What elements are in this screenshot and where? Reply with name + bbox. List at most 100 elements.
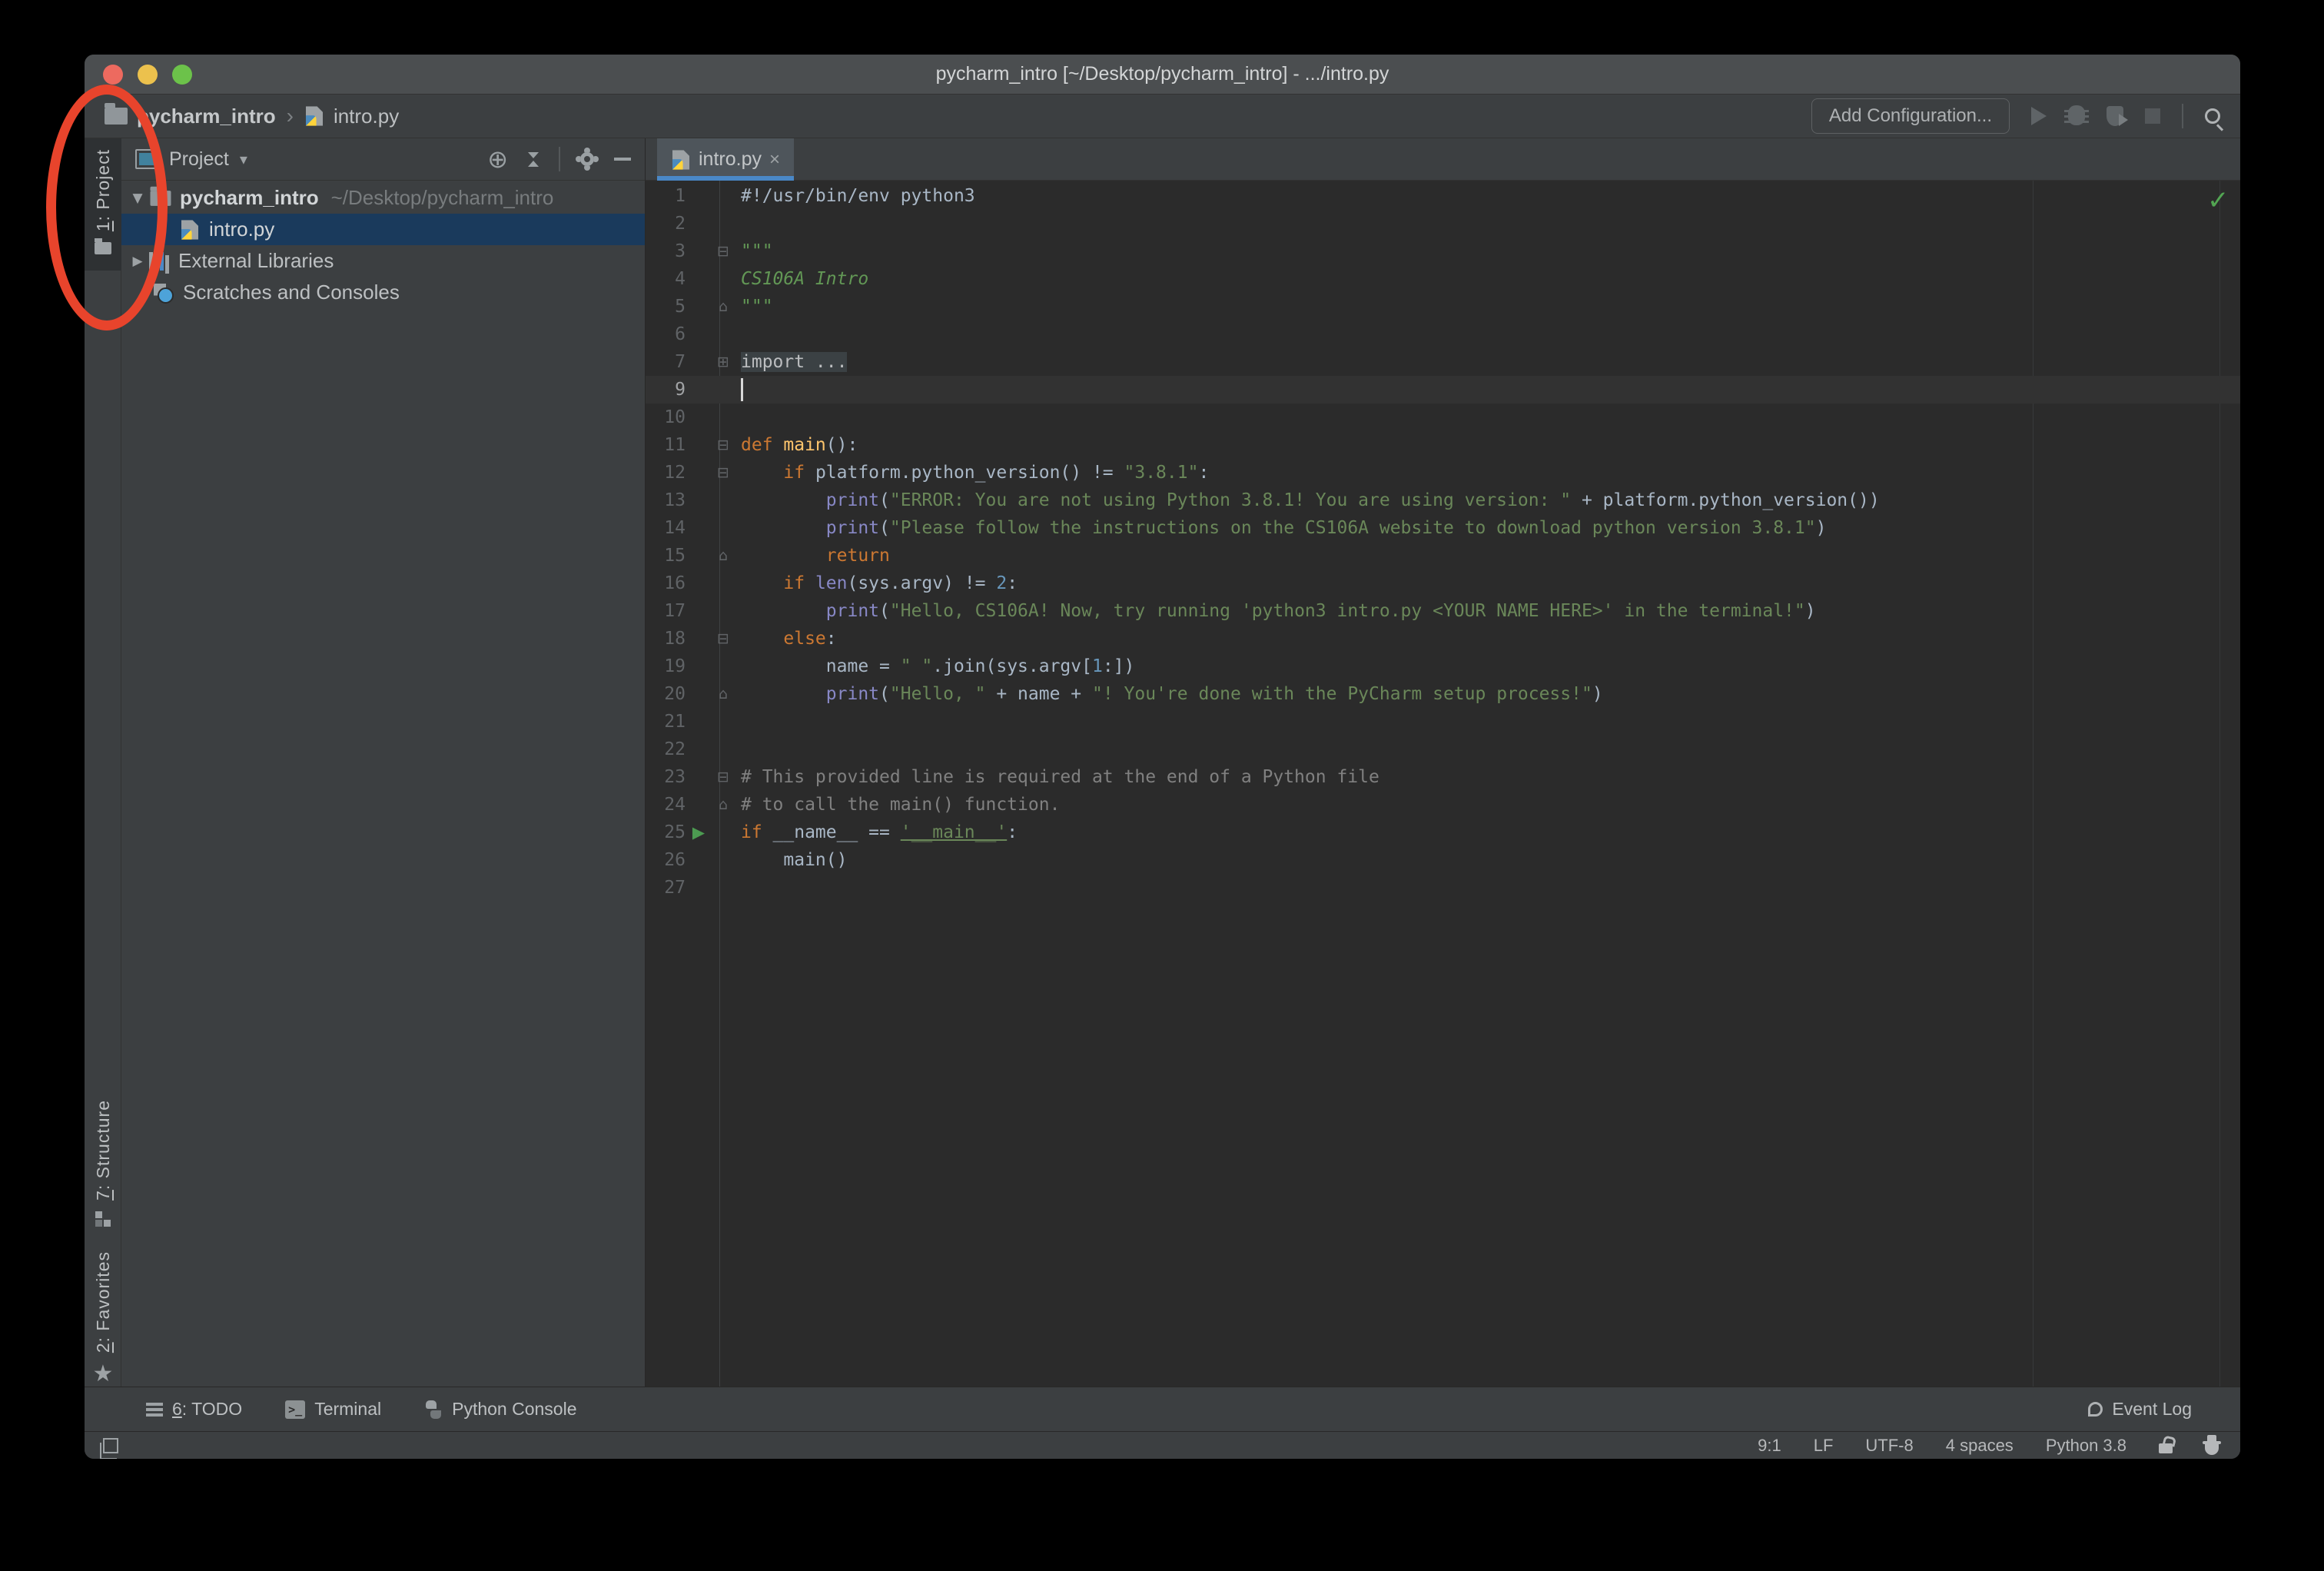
tool-button-terminal[interactable]: >_ Terminal bbox=[285, 1399, 381, 1420]
code-line-10[interactable]: 10 bbox=[646, 404, 2240, 431]
code-line-27[interactable]: 27 bbox=[646, 874, 2240, 902]
code-text[interactable] bbox=[735, 378, 743, 401]
fold-marker-icon[interactable]: ⊟ bbox=[712, 243, 735, 260]
close-window-button[interactable] bbox=[103, 65, 123, 85]
code-line-12[interactable]: 12 ⊟ if platform.python_version() != "3.8… bbox=[646, 459, 2240, 487]
tree-row-root[interactable]: ▼ pycharm_intro ~/Desktop/pycharm_intro bbox=[121, 182, 645, 214]
fold-marker-icon[interactable]: ⌂ bbox=[712, 547, 735, 564]
debug-icon[interactable] bbox=[2064, 107, 2089, 125]
collapse-all-icon[interactable] bbox=[528, 151, 539, 167]
fold-marker-icon[interactable]: ⌂ bbox=[712, 686, 735, 702]
search-everywhere-icon[interactable] bbox=[2205, 108, 2220, 124]
code-text[interactable]: #!/usr/bin/env python3 bbox=[735, 186, 975, 206]
code-area[interactable]: ✓ 1 #!/usr/bin/env python3 2 3 ⊟ """ 4 CS106A I… bbox=[646, 181, 2240, 1387]
code-text[interactable]: return bbox=[735, 546, 890, 566]
code-text[interactable]: else: bbox=[735, 629, 836, 649]
tool-button-structure[interactable]: 7: Structure bbox=[85, 1095, 121, 1234]
code-text[interactable]: """ bbox=[735, 241, 773, 261]
code-line-19[interactable]: 19 name = " ".join(sys.argv[1:]) bbox=[646, 653, 2240, 680]
code-line-6[interactable]: 6 bbox=[646, 321, 2240, 348]
code-line-9[interactable]: 9 bbox=[646, 376, 2240, 404]
zoom-window-button[interactable] bbox=[172, 65, 192, 85]
chevron-down-icon[interactable]: ▾ bbox=[240, 150, 247, 168]
caret-position[interactable]: 9:1 bbox=[1758, 1436, 1781, 1456]
breadcrumb-project[interactable]: pycharm_intro bbox=[137, 105, 276, 128]
code-line-3[interactable]: 3 ⊟ """ bbox=[646, 237, 2240, 265]
tree-row-scratches[interactable]: Scratches and Consoles bbox=[121, 277, 645, 308]
file-encoding[interactable]: UTF-8 bbox=[1865, 1436, 1913, 1456]
add-configuration-button[interactable]: Add Configuration... bbox=[1811, 98, 2010, 134]
code-text[interactable]: if __name__ == '__main__': bbox=[735, 822, 1018, 842]
code-line-15[interactable]: 15 ⌂ return bbox=[646, 542, 2240, 570]
line-ending[interactable]: LF bbox=[1814, 1436, 1834, 1456]
event-log-button[interactable]: Event Log bbox=[2088, 1399, 2192, 1420]
code-text[interactable]: """ bbox=[735, 297, 773, 317]
project-panel-title[interactable]: Project bbox=[169, 148, 229, 171]
collapse-arrow-icon[interactable]: ▶ bbox=[126, 254, 149, 269]
tab-intro-py[interactable]: intro.py × bbox=[657, 138, 794, 181]
run-line-icon[interactable]: ▶ bbox=[686, 822, 712, 842]
code-line-1[interactable]: 1 #!/usr/bin/env python3 bbox=[646, 182, 2240, 210]
tool-button-project[interactable]: 1: Project bbox=[85, 138, 121, 271]
tool-button-python-console[interactable]: Python Console bbox=[424, 1399, 577, 1420]
tool-button-favorites[interactable]: 2: Favorites ★ bbox=[85, 1247, 121, 1389]
fold-marker-icon[interactable]: ⊟ bbox=[712, 769, 735, 786]
code-line-26[interactable]: 26 main() bbox=[646, 846, 2240, 874]
code-text[interactable]: print("ERROR: You are not using Python 3… bbox=[735, 490, 1880, 510]
code-line-20[interactable]: 20 ⌂ print("Hello, " + name + "! You're d… bbox=[646, 680, 2240, 708]
project-panel-header: Project ▾ ⊕ bbox=[121, 138, 645, 181]
code-text[interactable]: print("Hello, CS106A! Now, try running '… bbox=[735, 601, 1816, 621]
code-line-7[interactable]: 7 ⊞ import ... bbox=[646, 348, 2240, 376]
libraries-icon bbox=[149, 251, 169, 271]
fold-marker-icon[interactable]: ⊟ bbox=[712, 464, 735, 481]
code-line-21[interactable]: 21 bbox=[646, 708, 2240, 736]
interpreter[interactable]: Python 3.8 bbox=[2046, 1436, 2126, 1456]
code-line-16[interactable]: 16 if len(sys.argv) != 2: bbox=[646, 570, 2240, 597]
gear-icon[interactable] bbox=[580, 152, 594, 166]
code-line-18[interactable]: 18 ⊟ else: bbox=[646, 625, 2240, 653]
code-line-24[interactable]: 24 ⌂ # to call the main() function. bbox=[646, 791, 2240, 819]
code-line-17[interactable]: 17 print("Hello, CS106A! Now, try runnin… bbox=[646, 597, 2240, 625]
fold-marker-icon[interactable]: ⌂ bbox=[712, 796, 735, 813]
hide-panel-icon[interactable] bbox=[614, 158, 631, 161]
code-line-4[interactable]: 4 CS106A Intro bbox=[646, 265, 2240, 293]
title-bar[interactable]: pycharm_intro [~/Desktop/pycharm_intro] … bbox=[85, 55, 2240, 95]
run-icon[interactable] bbox=[2031, 107, 2047, 125]
code-text[interactable]: # This provided line is required at the … bbox=[735, 767, 1379, 787]
fold-marker-icon[interactable]: ⊞ bbox=[712, 354, 735, 370]
indent-setting[interactable]: 4 spaces bbox=[1946, 1436, 2014, 1456]
minimize-window-button[interactable] bbox=[138, 65, 158, 85]
code-text[interactable]: CS106A Intro bbox=[735, 269, 868, 289]
code-text[interactable]: name = " ".join(sys.argv[1:]) bbox=[735, 656, 1135, 676]
code-line-14[interactable]: 14 print("Please follow the instructions… bbox=[646, 514, 2240, 542]
run-with-coverage-icon[interactable] bbox=[2107, 106, 2128, 126]
code-text[interactable]: if len(sys.argv) != 2: bbox=[735, 573, 1018, 593]
code-line-5[interactable]: 5 ⌂ """ bbox=[646, 293, 2240, 321]
locate-file-icon[interactable]: ⊕ bbox=[487, 147, 508, 171]
code-text[interactable]: main() bbox=[735, 850, 847, 870]
code-line-13[interactable]: 13 print("ERROR: You are not using Pytho… bbox=[646, 487, 2240, 514]
close-tab-icon[interactable]: × bbox=[769, 149, 780, 171]
tree-row-external-libraries[interactable]: ▶ External Libraries bbox=[121, 245, 645, 277]
tree-row-file-selected[interactable]: intro.py bbox=[121, 214, 645, 245]
code-text[interactable]: print("Hello, " + name + "! You're done … bbox=[735, 684, 1603, 704]
breadcrumb-file[interactable]: intro.py bbox=[334, 105, 399, 128]
code-line-22[interactable]: 22 bbox=[646, 736, 2240, 763]
tool-button-todo[interactable]: 6: TODO bbox=[146, 1399, 242, 1420]
code-text[interactable]: # to call the main() function. bbox=[735, 795, 1060, 815]
unlock-icon[interactable] bbox=[2159, 1443, 2173, 1453]
code-line-25[interactable]: 25 ▶ if __name__ == '__main__': bbox=[646, 819, 2240, 846]
code-line-2[interactable]: 2 bbox=[646, 210, 2240, 237]
code-line-23[interactable]: 23 ⊟ # This provided line is required at t… bbox=[646, 763, 2240, 791]
code-text[interactable]: def main(): bbox=[735, 435, 858, 455]
fold-marker-icon[interactable]: ⌂ bbox=[712, 298, 735, 315]
code-text[interactable]: print("Please follow the instructions on… bbox=[735, 518, 1827, 538]
expand-arrow-icon[interactable]: ▼ bbox=[126, 191, 149, 206]
code-text[interactable]: import ... bbox=[735, 352, 848, 372]
toggle-tool-windows-icon[interactable] bbox=[100, 1437, 118, 1459]
reader-hat-icon[interactable] bbox=[2203, 1434, 2221, 1455]
fold-marker-icon[interactable]: ⊟ bbox=[712, 630, 735, 647]
fold-marker-icon[interactable]: ⊟ bbox=[712, 437, 735, 453]
code-line-11[interactable]: 11 ⊟ def main(): bbox=[646, 431, 2240, 459]
code-text[interactable]: if platform.python_version() != "3.8.1": bbox=[735, 463, 1209, 483]
